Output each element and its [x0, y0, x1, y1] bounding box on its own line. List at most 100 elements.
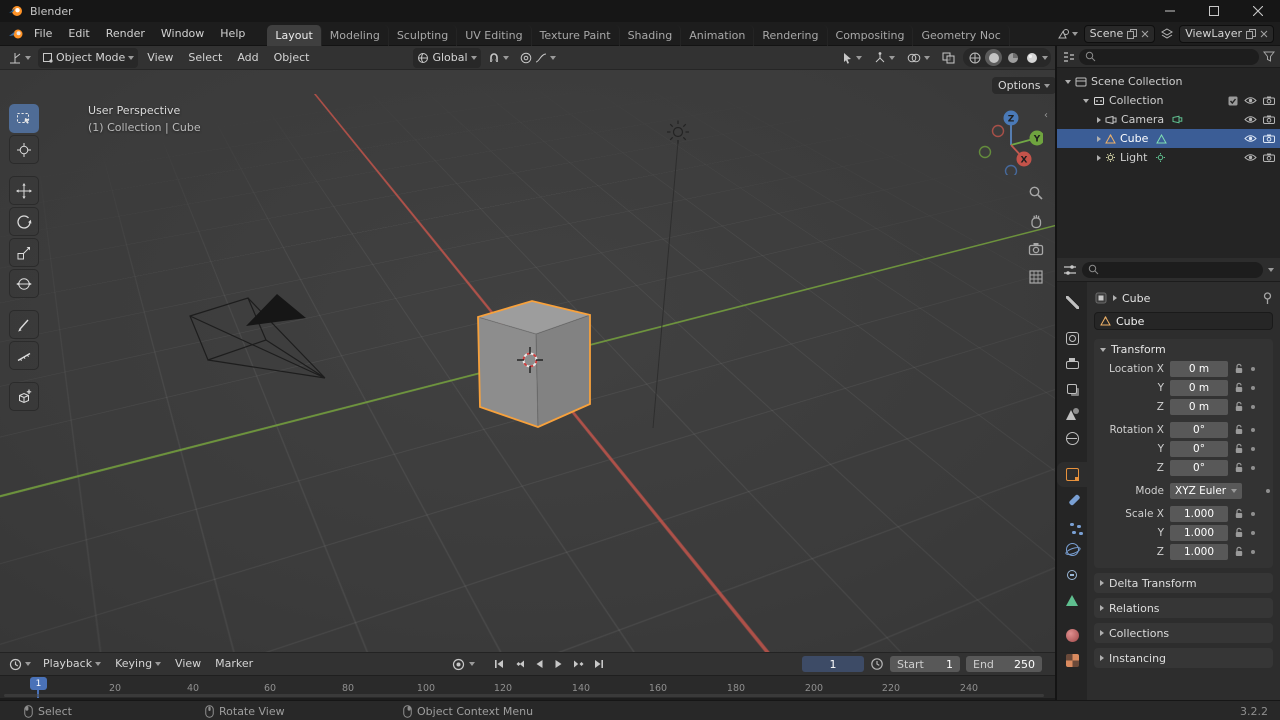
workspace-tab-sculpting[interactable]: Sculpting: [389, 24, 458, 46]
lock-icon[interactable]: [1234, 462, 1244, 473]
tab-world[interactable]: [1057, 426, 1087, 451]
preview-range-clock-icon[interactable]: [870, 657, 884, 671]
editor-type-selector[interactable]: [4, 48, 35, 68]
workspace-tab-modeling[interactable]: Modeling: [322, 24, 389, 46]
sidebar-collapse-arrow[interactable]: ‹: [1044, 110, 1048, 121]
mode-dropdown[interactable]: Object Mode: [38, 47, 139, 68]
tool-add-cube[interactable]: [9, 382, 39, 411]
timeline-editor-type-selector[interactable]: [5, 654, 35, 674]
light-object[interactable]: [667, 120, 689, 144]
panel-instancing[interactable]: Instancing: [1094, 648, 1273, 668]
tool-cursor[interactable]: [9, 135, 39, 164]
copy-icon[interactable]: [1127, 28, 1138, 39]
outliner-search-input[interactable]: [1079, 48, 1259, 65]
auto-keying-toggle[interactable]: [449, 655, 468, 673]
timeline-menu-keying[interactable]: Keying: [109, 654, 167, 674]
unlink-scene-icon[interactable]: [1141, 30, 1149, 38]
tool-move[interactable]: [9, 176, 39, 205]
viewlayer-selector[interactable]: ViewLayer: [1179, 24, 1274, 43]
animate-dot-icon[interactable]: [1251, 404, 1255, 409]
tool-rotate[interactable]: [9, 207, 39, 236]
toggle-orthographic-button[interactable]: [1026, 267, 1046, 287]
outliner-row-scene-collection[interactable]: Scene Collection: [1057, 72, 1280, 91]
browse-scene-button[interactable]: [1056, 28, 1080, 40]
hide-eye-icon[interactable]: [1244, 134, 1257, 143]
rotation-y-field[interactable]: 0°: [1170, 440, 1228, 457]
panel-delta-transform[interactable]: Delta Transform: [1094, 573, 1273, 593]
disclosure-down-icon[interactable]: [1065, 79, 1071, 84]
overlays-dropdown[interactable]: [903, 48, 934, 68]
viewport-menu-object[interactable]: Object: [268, 48, 316, 68]
animate-dot-icon[interactable]: [1251, 530, 1255, 535]
close-button[interactable]: [1236, 0, 1280, 22]
object-name-field[interactable]: Cube: [1094, 312, 1273, 330]
outliner-editor-icon[interactable]: [1062, 51, 1075, 63]
timeline-menu-playback[interactable]: Playback: [37, 654, 107, 674]
tab-particles[interactable]: [1057, 512, 1087, 537]
maximize-button[interactable]: [1192, 0, 1236, 22]
animate-dot-icon[interactable]: [1251, 465, 1255, 470]
lock-icon[interactable]: [1234, 401, 1244, 412]
filter-icon[interactable]: [1263, 51, 1275, 62]
tool-transform[interactable]: [9, 269, 39, 298]
prev-keyframe-button[interactable]: [509, 655, 528, 673]
workspace-tab-layout[interactable]: Layout: [267, 24, 322, 46]
hide-eye-icon[interactable]: [1244, 153, 1257, 162]
selectability-filter-dropdown[interactable]: [838, 48, 866, 68]
rotation-z-field[interactable]: 0°: [1170, 459, 1228, 476]
tool-annotate[interactable]: [9, 310, 39, 339]
axis-neg-y-handle[interactable]: [978, 145, 992, 159]
animate-dot-icon[interactable]: [1251, 446, 1255, 451]
jump-to-end-button[interactable]: [589, 655, 608, 673]
tab-output[interactable]: [1057, 351, 1087, 376]
tool-select-box[interactable]: [9, 104, 39, 133]
remove-viewlayer-icon[interactable]: [1260, 30, 1268, 38]
viewport-menu-select[interactable]: Select: [182, 48, 228, 68]
tab-material[interactable]: [1057, 623, 1087, 648]
lock-icon[interactable]: [1234, 546, 1244, 557]
timeline-menu-marker[interactable]: Marker: [209, 654, 259, 674]
rotation-mode-dropdown[interactable]: XYZ Euler: [1170, 482, 1242, 499]
tab-constraints[interactable]: [1057, 562, 1087, 587]
hide-eye-icon[interactable]: [1244, 96, 1257, 105]
pan-view-button[interactable]: [1026, 211, 1046, 231]
lock-icon[interactable]: [1234, 527, 1244, 538]
axis-neg-x-handle[interactable]: [991, 124, 1005, 138]
workspace-tab-animation[interactable]: Animation: [681, 24, 755, 46]
properties-search-input[interactable]: [1082, 261, 1263, 278]
frame-end-field[interactable]: End 250: [966, 656, 1042, 672]
disclosure-down-icon[interactable]: [1083, 98, 1089, 103]
outliner-row-collection[interactable]: Collection: [1057, 91, 1280, 110]
tab-texture[interactable]: [1057, 648, 1087, 673]
workspace-tab-texture-paint[interactable]: Texture Paint: [532, 24, 620, 46]
disable-render-camera-icon[interactable]: [1263, 96, 1275, 105]
outliner-row-camera[interactable]: Camera: [1057, 110, 1280, 129]
disclosure-right-icon[interactable]: [1097, 154, 1101, 161]
transform-orientation-dropdown[interactable]: Global: [413, 47, 481, 68]
snap-toggle[interactable]: [484, 48, 513, 68]
tool-scale[interactable]: [9, 238, 39, 267]
outliner-row-light[interactable]: Light: [1057, 148, 1280, 167]
chevron-down-icon[interactable]: [1268, 267, 1274, 272]
hide-eye-icon[interactable]: [1244, 115, 1257, 124]
copy-icon[interactable]: [1246, 28, 1256, 39]
menu-help[interactable]: Help: [212, 22, 253, 45]
scale-y-field[interactable]: 1.000: [1170, 524, 1228, 541]
tab-render[interactable]: [1057, 326, 1087, 351]
disclosure-right-icon[interactable]: [1097, 116, 1101, 123]
tab-view-layer[interactable]: [1057, 376, 1087, 401]
transform-panel-header[interactable]: Transform: [1094, 339, 1273, 360]
navigation-gizmo[interactable]: Z Y X: [973, 105, 1043, 175]
workspace-tab-uv-editing[interactable]: UV Editing: [457, 24, 532, 46]
lock-icon[interactable]: [1234, 363, 1244, 374]
jump-to-start-button[interactable]: [489, 655, 508, 673]
browse-viewlayer-button[interactable]: [1159, 27, 1175, 40]
animate-dot-icon[interactable]: [1251, 427, 1255, 432]
disable-render-camera-icon[interactable]: [1263, 115, 1275, 124]
camera-view-button[interactable]: [1026, 239, 1046, 259]
menu-render[interactable]: Render: [98, 22, 153, 45]
viewport-3d[interactable]: User Perspective (1) Collection | Cube O…: [0, 70, 1055, 652]
animate-dot-icon[interactable]: [1251, 385, 1255, 390]
exclude-checkbox-icon[interactable]: [1228, 96, 1238, 106]
menu-window[interactable]: Window: [153, 22, 212, 45]
